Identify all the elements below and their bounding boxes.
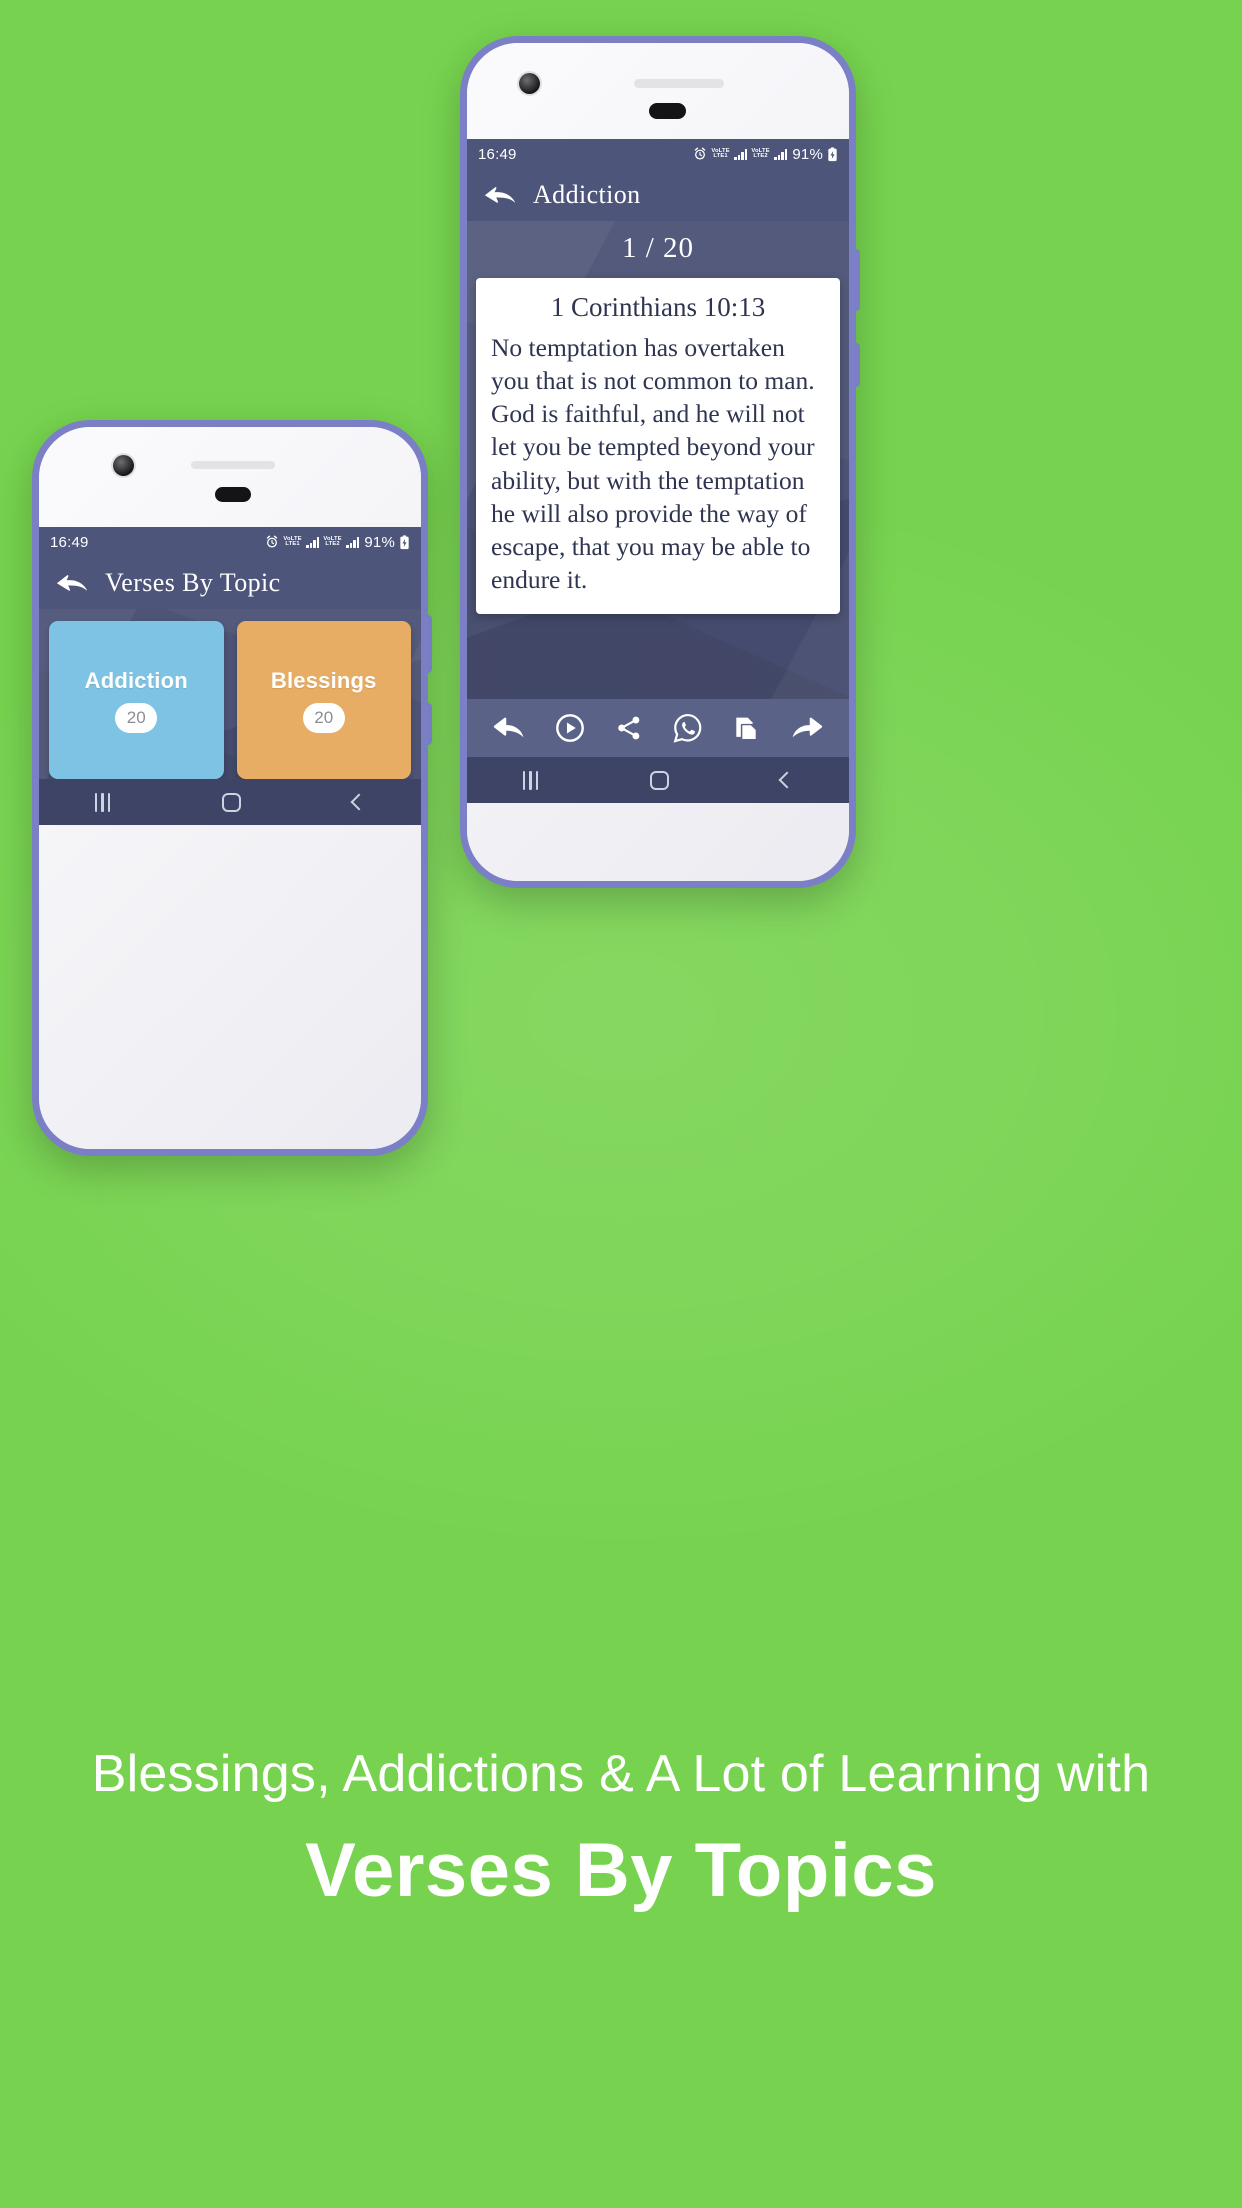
app-bar-right: Addiction [467,169,849,221]
battery-charging-icon [400,534,409,549]
sim1-volte-icon: VoLTE LTE1 [712,148,730,159]
copy-button[interactable] [732,714,760,742]
next-verse-button[interactable] [790,715,824,741]
sim1-signal-icon [306,536,320,548]
verse-text: No temptation has overtaken you that is … [491,333,815,594]
android-nav-bar-right [467,757,849,803]
sim2-volte-bottom: LTE2 [325,541,341,547]
power-button-right[interactable] [853,343,860,387]
alarm-icon [694,147,706,160]
battery-charging-icon [828,146,837,161]
volume-button-left[interactable] [425,615,432,673]
volume-button-right[interactable] [853,249,860,311]
sim2-volte-icon: VoLTE LTE2 [752,148,770,159]
verse-card: 1 Corinthians 10:13 No temptation has ov… [476,278,840,615]
back-icon[interactable] [350,793,368,811]
sensor-pill [649,103,686,119]
android-nav-bar-left [39,779,421,825]
phone-mockup-left: 16:49 VoLTE LTE1 VoLTE LTE2 91% Verses B… [32,420,432,1156]
topic-tile-addiction[interactable]: Addiction 20 [49,621,224,779]
front-camera-icon [519,73,540,94]
share-button[interactable] [615,714,643,742]
sim2-signal-icon [774,148,788,160]
screen-right: 16:49 VoLTE LTE1 VoLTE LTE2 91% Addictio… [467,139,849,803]
back-arrow-icon[interactable] [483,184,515,206]
forward-arrow-icon [792,717,823,738]
poster-caption: Blessings, Addictions & A Lot of Learnin… [0,1745,1242,1912]
app-bar-left: Verses By Topic [39,557,421,609]
sim1-signal-icon [734,148,748,160]
sim2-volte-bottom: LTE2 [753,153,769,159]
play-circle-icon [556,714,585,742]
sim1-volte-icon: VoLTE LTE1 [284,536,302,547]
status-bar-right: 16:49 VoLTE LTE1 VoLTE LTE2 91% [467,139,849,169]
poster-canvas: 16:49 VoLTE LTE1 VoLTE LTE2 91% Verses B… [0,0,1242,2208]
phone-body-right: 16:49 VoLTE LTE1 VoLTE LTE2 91% Addictio… [467,43,849,881]
home-icon[interactable] [650,770,670,790]
status-time: 16:49 [50,533,89,551]
earpiece-speaker [191,461,275,469]
home-icon[interactable] [222,792,242,812]
sensor-pill [215,487,251,502]
topic-tile-blessings[interactable]: Blessings 20 [236,621,411,779]
battery-percent: 91% [792,145,823,163]
sim2-signal-icon [346,536,360,548]
front-camera-icon [113,455,134,476]
verse-action-bar [467,699,849,757]
sim1-volte-bottom: LTE1 [285,541,300,547]
copy-icon [736,717,757,739]
power-button-left[interactable] [425,703,432,745]
alarm-icon [266,535,278,548]
phone-mockup-right: 16:49 VoLTE LTE1 VoLTE LTE2 91% Addictio… [460,36,860,888]
back-arrow-icon[interactable] [55,572,87,594]
sim2-volte-icon: VoLTE LTE2 [324,536,342,547]
caption-subtitle: Blessings, Addictions & A Lot of Learnin… [91,1745,1151,1803]
battery-percent: 91% [364,533,395,551]
status-icons: VoLTE LTE1 VoLTE LTE2 91% [693,146,838,163]
topic-count-badge: 20 [302,702,345,733]
verse-reference: 1 Corinthians 10:13 [550,292,766,322]
whatsapp-icon [673,713,702,743]
status-bar-left: 16:49 VoLTE LTE1 VoLTE LTE2 91% [39,527,421,557]
status-time: 16:49 [478,145,517,163]
previous-verse-button[interactable] [492,715,526,741]
screen-left: 16:49 VoLTE LTE1 VoLTE LTE2 91% Verses B… [39,527,421,825]
topic-count-badge: 20 [115,702,158,733]
caption-title: Verses By Topics [305,1827,937,1913]
phone-body-left: 16:49 VoLTE LTE1 VoLTE LTE2 91% Verses B… [39,427,421,1149]
reply-arrow-icon [493,717,524,738]
status-icons: VoLTE LTE1 VoLTE LTE2 91% [265,534,410,551]
recents-icon[interactable] [94,792,111,812]
back-icon[interactable] [778,771,796,789]
app-bar-title: Verses By Topic [105,568,281,597]
topic-label: Blessings [270,667,377,693]
topic-label: Addiction [84,667,188,693]
earpiece-speaker [634,79,724,88]
whatsapp-share-button[interactable] [673,713,703,743]
play-audio-button[interactable] [555,713,585,743]
recents-icon[interactable] [522,770,539,790]
verse-counter: 1 / 20 [621,232,695,264]
sim1-volte-bottom: LTE1 [713,153,728,159]
share-nodes-icon [618,716,640,740]
app-bar-title: Addiction [533,180,641,209]
